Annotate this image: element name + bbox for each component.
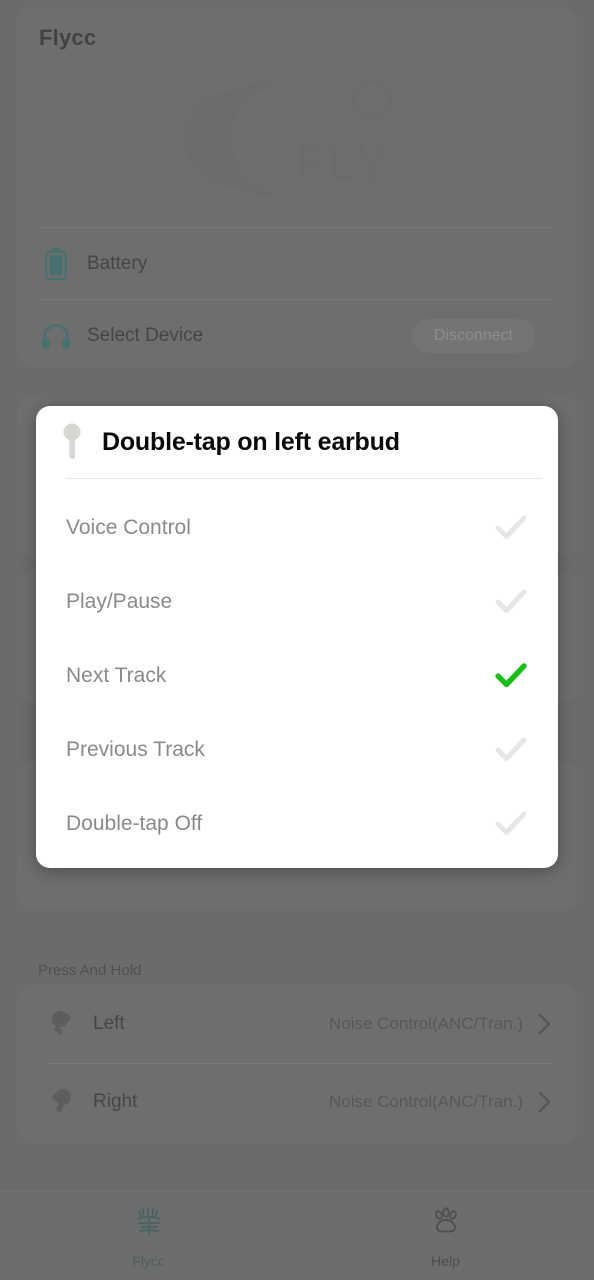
device-title: Flycc	[39, 25, 97, 50]
brand-watermark-icon: + FLY	[183, 79, 392, 197]
headphone-icon	[39, 319, 73, 353]
row-select-device[interactable]: Select Device Disconnect	[39, 299, 555, 371]
nav-label-help: Help	[431, 1252, 460, 1269]
option-voice-control[interactable]: Voice Control	[36, 491, 558, 565]
press-and-hold-card: Left Noise Control(ANC/Tran.) Right Nois…	[17, 985, 577, 1143]
check-icon-selected	[494, 659, 528, 693]
row-battery-label: Battery	[87, 252, 148, 274]
option-label: Previous Track	[66, 738, 205, 761]
option-label: Double-tap Off	[66, 812, 203, 835]
paw-icon	[427, 1203, 465, 1246]
nav-item-help[interactable]: Help	[297, 1191, 594, 1280]
option-previous-track[interactable]: Previous Track	[36, 713, 558, 787]
device-card: Flycc + FLY Battery Select Device Discon…	[17, 7, 577, 367]
row-label: Left	[93, 1013, 125, 1034]
press-and-hold-label: Press And Hold	[38, 962, 142, 979]
double-tap-dialog: Double-tap on left earbud Voice Control …	[36, 406, 558, 868]
row-label: Right	[93, 1091, 138, 1112]
flycc-logo-icon	[130, 1203, 168, 1246]
nav-label-flycc: Flycc	[132, 1252, 165, 1269]
check-icon	[494, 585, 528, 619]
disconnect-button[interactable]: Disconnect	[411, 319, 535, 353]
svg-text:+: +	[366, 86, 379, 111]
option-label: Voice Control	[66, 516, 191, 539]
app-root: Flycc + FLY Battery Select Device Discon…	[0, 0, 594, 1280]
row-value: Noise Control(ANC/Tran.)	[329, 1014, 523, 1033]
dialog-option-list: Voice Control Play/Pause Next Track Prev…	[36, 479, 558, 861]
chevron-right-icon	[535, 1013, 555, 1035]
svg-text:FLY: FLY	[295, 135, 388, 193]
option-label: Play/Pause	[66, 590, 173, 613]
option-play-pause[interactable]: Play/Pause	[36, 565, 558, 639]
row-press-hold-left[interactable]: Left Noise Control(ANC/Tran.)	[17, 985, 577, 1063]
earbud-icon	[56, 422, 90, 462]
chevron-right-icon	[535, 1091, 555, 1113]
bottom-nav: Flycc Help	[0, 1190, 594, 1280]
earbud-right-icon	[47, 1086, 79, 1118]
nav-item-flycc[interactable]: Flycc	[0, 1191, 297, 1280]
check-icon	[494, 733, 528, 767]
earbud-left-icon	[47, 1008, 79, 1040]
row-select-device-label: Select Device	[87, 324, 204, 346]
battery-icon	[39, 247, 73, 281]
dialog-title: Double-tap on left earbud	[102, 427, 400, 456]
dialog-header: Double-tap on left earbud	[36, 406, 558, 478]
option-label: Next Track	[66, 664, 167, 687]
row-press-hold-right[interactable]: Right Noise Control(ANC/Tran.)	[17, 1063, 577, 1141]
check-icon	[494, 511, 528, 545]
row-value: Noise Control(ANC/Tran.)	[329, 1092, 523, 1111]
row-battery[interactable]: Battery	[39, 227, 555, 299]
check-icon	[494, 807, 528, 841]
option-double-tap-off[interactable]: Double-tap Off	[36, 787, 558, 861]
option-next-track[interactable]: Next Track	[36, 639, 558, 713]
